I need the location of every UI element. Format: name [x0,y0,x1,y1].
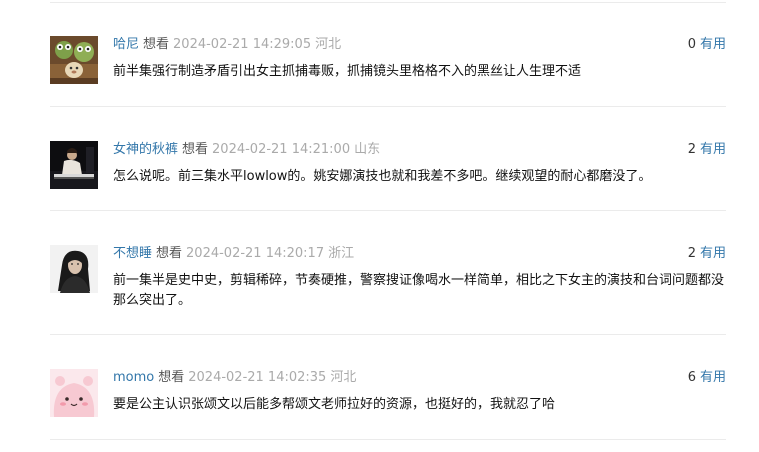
useful-button[interactable]: 有用 [700,246,726,261]
useful-button[interactable]: 有用 [700,370,726,385]
comment-divider [50,334,726,335]
username-link[interactable]: 女神的秋裤 [113,142,178,157]
watch-status: 想看 [143,37,170,52]
watch-status: 想看 [158,370,185,385]
comment-item: momo 想看 2024-02-21 14:02:35 河北 6 有用 要是公主认识张颂… [50,369,726,441]
comment-time: 2024-02-21 14:02:35 [188,370,327,385]
comment-time: 2024-02-21 14:20:17 [186,246,325,261]
vote-box: 2 有用 [688,245,726,263]
comment-item: 女神的秋裤 想看 2024-02-21 14:21:00 山东 2 有用 怎么说呢。前三… [50,141,726,211]
watch-status: 想看 [182,142,209,157]
vote-count: 2 [687,246,696,261]
comment-text: 前半集强行制造矛盾引出女主抓捕毒贩，抓捕镜头里格格不入的黑丝让人生理不适 [113,64,582,79]
username-link[interactable]: 不想睡 [113,246,152,261]
comment-text: 前一集半是史中史，剪辑稀碎，节奏硬推，警察搜证像喝水一样简单，相比之下女主的演技… [113,273,725,308]
comment-item: 不想睡 想看 2024-02-21 14:20:17 浙江 2 有用 前一集半是史中史，… [50,245,726,335]
comment-divider [50,439,726,440]
user-avatar[interactable] [50,141,98,189]
user-avatar[interactable] [50,369,98,417]
vote-box: 0 有用 [688,36,726,54]
comment-text: 要是公主认识张颂文以后能多帮颂文老师拉好的资源，也挺好的，我就忍了哈 [113,397,556,412]
comment-divider [50,106,726,107]
comment-location: 河北 [330,370,357,385]
comment-meta: 哈尼 想看 2024-02-21 14:29:05 河北 [113,36,341,54]
comment-divider [50,210,726,211]
useful-button[interactable]: 有用 [700,142,726,157]
vote-count: 6 [687,370,696,385]
username-link[interactable]: momo [113,370,154,385]
comment-location: 浙江 [328,246,355,261]
portrait-photo-avatar-icon [50,245,98,293]
watch-status: 想看 [156,246,183,261]
comment-item: 哈尼 想看 2024-02-21 14:29:05 河北 0 有用 前半集强行制造矛盾引… [50,36,726,107]
top-divider [50,2,726,3]
comment-time: 2024-02-21 14:21:00 [212,142,351,157]
comment-meta: momo 想看 2024-02-21 14:02:35 河北 [113,369,356,387]
comment-location: 河北 [315,37,342,52]
pink-cartoon-avatar-icon [50,369,98,417]
vote-box: 2 有用 [688,141,726,159]
comment-location: 山东 [354,142,381,157]
user-avatar[interactable] [50,245,98,293]
username-link[interactable]: 哈尼 [113,37,139,52]
toy-figures-avatar-icon [50,36,98,84]
useful-button[interactable]: 有用 [700,37,726,52]
vote-count: 2 [687,142,696,157]
user-avatar[interactable] [50,36,98,84]
pianist-photo-avatar-icon [50,141,98,189]
comment-text: 怎么说呢。前三集水平lowlow的。姚安娜演技也就和我差不多吧。继续观望的耐心都… [113,169,652,184]
comment-time: 2024-02-21 14:29:05 [173,37,312,52]
vote-box: 6 有用 [688,369,726,387]
comment-meta: 女神的秋裤 想看 2024-02-21 14:21:00 山东 [113,141,380,159]
comment-meta: 不想睡 想看 2024-02-21 14:20:17 浙江 [113,245,354,263]
vote-count: 0 [687,37,696,52]
